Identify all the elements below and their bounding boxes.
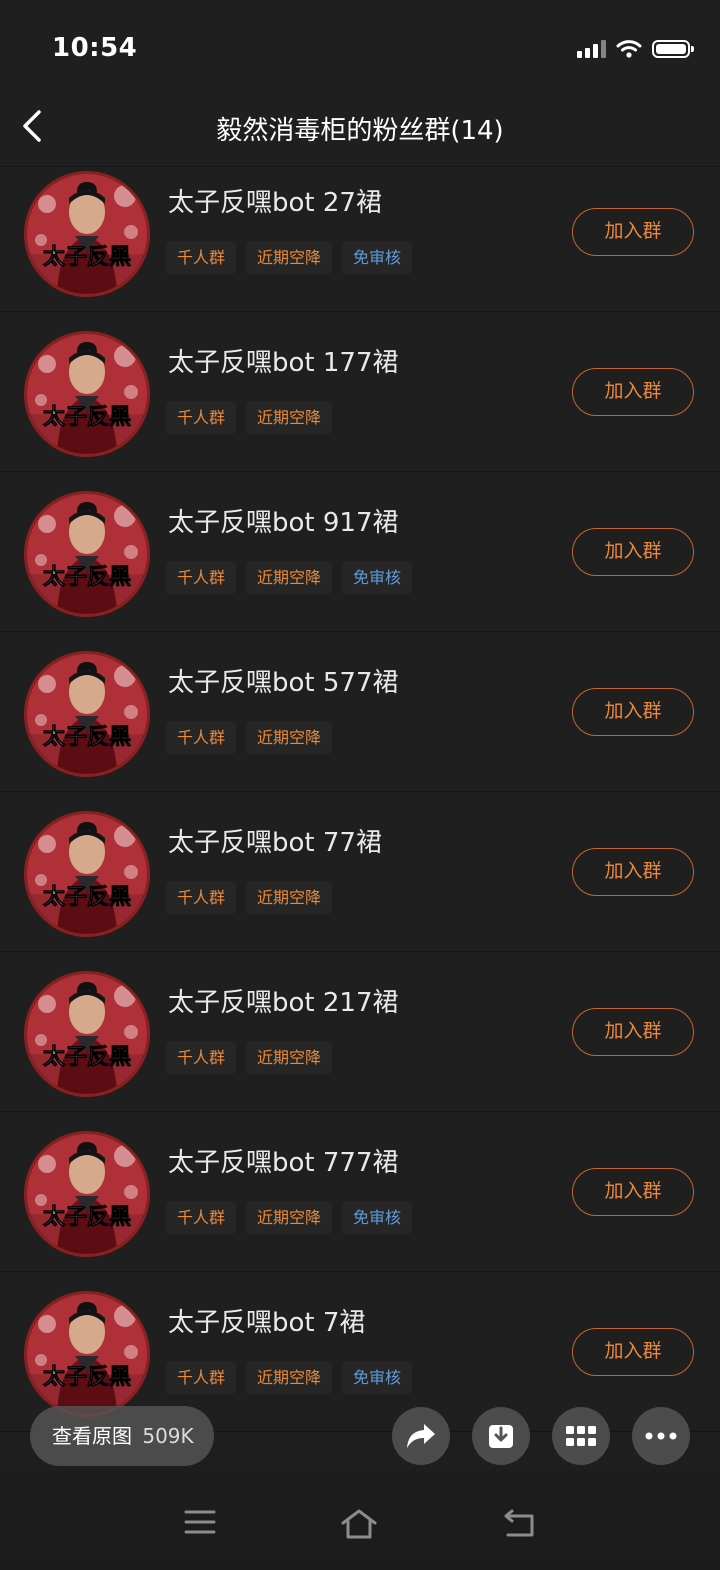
- group-tags: 千人群近期空降: [166, 721, 333, 754]
- more-button[interactable]: [632, 1407, 690, 1465]
- avatar-logo-text: 太子反黑: [43, 725, 131, 750]
- menu-icon[interactable]: [184, 1508, 216, 1536]
- group-tag: 免审核: [342, 241, 413, 274]
- join-group-button[interactable]: 加入群: [572, 848, 694, 896]
- group-name: 太子反嘿bot 577裙: [168, 668, 399, 698]
- battery-icon: [652, 40, 694, 58]
- group-tag: 千人群: [166, 1201, 237, 1234]
- download-icon: [489, 1425, 513, 1448]
- group-name: 太子反嘿bot 177裙: [168, 348, 399, 378]
- group-row[interactable]: 太子反黑 太子反嘿bot 217裙 千人群 近期空降 加入群: [0, 953, 720, 1112]
- wifi-icon: [616, 40, 642, 58]
- join-group-button[interactable]: 加入群: [572, 1008, 694, 1056]
- group-name: 太子反嘿bot 217裙: [168, 988, 399, 1018]
- avatar-logo-text: 太子反黑: [43, 885, 131, 910]
- group-name: 太子反嘿bot 917裙: [168, 508, 399, 538]
- group-row[interactable]: 太子反黑 太子反嘿bot 777裙 千人群 近期空降 免审核 加入群: [0, 1113, 720, 1272]
- signal-icon: [577, 40, 606, 58]
- share-icon: [407, 1424, 435, 1448]
- group-avatar: 太子反黑: [24, 171, 150, 297]
- group-tags: 千人群 近期空降 免审核: [166, 1361, 413, 1394]
- join-group-button[interactable]: 加入群: [572, 368, 694, 416]
- group-name: 太子反嘿bot 777裙: [168, 1148, 399, 1178]
- group-tag: 千人群: [166, 401, 237, 434]
- group-tags: 千人群近期空降: [166, 881, 333, 914]
- join-group-button[interactable]: 加入群: [572, 1168, 694, 1216]
- download-button[interactable]: [472, 1407, 530, 1465]
- group-tag: 千人群: [166, 1041, 237, 1074]
- avatar-logo-text: 太子反黑: [43, 1365, 131, 1390]
- avatar-logo-text: 太子反黑: [43, 405, 131, 430]
- group-tag: 千人群: [166, 561, 237, 594]
- group-avatar: 太子反黑: [24, 1291, 150, 1417]
- nav-bar: 毅然消毒柜的粉丝群(14): [0, 90, 720, 167]
- group-row[interactable]: 太子反黑 太子反嘿bot 917裙 千人群 近期空降 免审核 加入群: [0, 473, 720, 632]
- join-group-button[interactable]: 加入群: [572, 528, 694, 576]
- group-tags: 千人群近期空降: [166, 1041, 333, 1074]
- group-avatar: 太子反黑: [24, 491, 150, 617]
- avatar-logo-text: 太子反黑: [43, 565, 131, 590]
- group-avatar: 太子反黑: [24, 1131, 150, 1257]
- home-icon[interactable]: [340, 1508, 378, 1540]
- page-title: 毅然消毒柜的粉丝群(14): [216, 116, 504, 146]
- group-name: 太子反嘿bot 77裙: [168, 828, 382, 858]
- group-name: 太子反嘿bot 27裙: [168, 188, 382, 218]
- grid-icon: [566, 1426, 596, 1446]
- join-group-button[interactable]: 加入群: [572, 208, 694, 256]
- group-tag: 千人群: [166, 721, 237, 754]
- group-row[interactable]: 太子反黑 太子反嘿bot 577裙 千人群 近期空降 加入群: [0, 633, 720, 792]
- group-tag: 近期空降: [246, 1041, 333, 1074]
- group-tag: 千人群: [166, 881, 237, 914]
- return-icon[interactable]: [502, 1508, 536, 1538]
- group-tag: 免审核: [342, 561, 413, 594]
- view-original-label: 查看原图: [52, 1424, 132, 1448]
- grid-button[interactable]: [552, 1407, 610, 1465]
- group-tag: 千人群: [166, 241, 237, 274]
- group-row[interactable]: 太子反黑 太子反嘿bot 27裙 千人群 近期空降 免审核 加入群: [0, 153, 720, 312]
- join-group-button[interactable]: 加入群: [572, 688, 694, 736]
- group-tag: 近期空降: [246, 561, 333, 594]
- group-row[interactable]: 太子反黑 太子反嘿bot 77裙 千人群 近期空降 加入群: [0, 793, 720, 952]
- group-tags: 千人群 近期空降 免审核: [166, 241, 413, 274]
- group-tags: 千人群 近期空降 免审核: [166, 561, 413, 594]
- avatar-logo-text: 太子反黑: [43, 245, 131, 270]
- group-tag: 近期空降: [246, 881, 333, 914]
- status-bar: 10:54: [0, 7, 720, 90]
- share-button[interactable]: [392, 1407, 450, 1465]
- group-tag: 近期空降: [246, 721, 333, 754]
- group-row[interactable]: 太子反黑 太子反嘿bot 177裙 千人群 近期空降 加入群: [0, 313, 720, 472]
- group-tags: 千人群近期空降: [166, 401, 333, 434]
- group-tags: 千人群 近期空降 免审核: [166, 1201, 413, 1234]
- avatar-logo-text: 太子反黑: [43, 1205, 131, 1230]
- group-tag: 近期空降: [246, 1201, 333, 1234]
- group-avatar: 太子反黑: [24, 331, 150, 457]
- group-tag: 近期空降: [246, 401, 333, 434]
- avatar-logo-text: 太子反黑: [43, 1045, 131, 1070]
- group-avatar: 太子反黑: [24, 811, 150, 937]
- group-tag: 免审核: [342, 1361, 413, 1394]
- group-tag: 千人群: [166, 1361, 237, 1394]
- join-group-button[interactable]: 加入群: [572, 1328, 694, 1376]
- group-avatar: 太子反黑: [24, 971, 150, 1097]
- group-name: 太子反嘿bot 7裙: [168, 1308, 366, 1338]
- group-tag: 近期空降: [246, 241, 333, 274]
- status-icons: [577, 39, 694, 59]
- group-tag: 免审核: [342, 1201, 413, 1234]
- more-icon: [645, 1432, 677, 1440]
- image-size: 509K: [142, 1424, 194, 1448]
- group-tag: 近期空降: [246, 1361, 333, 1394]
- group-avatar: 太子反黑: [24, 651, 150, 777]
- status-time: 10:54: [52, 33, 138, 63]
- view-original-button[interactable]: 查看原图 509K: [30, 1406, 214, 1466]
